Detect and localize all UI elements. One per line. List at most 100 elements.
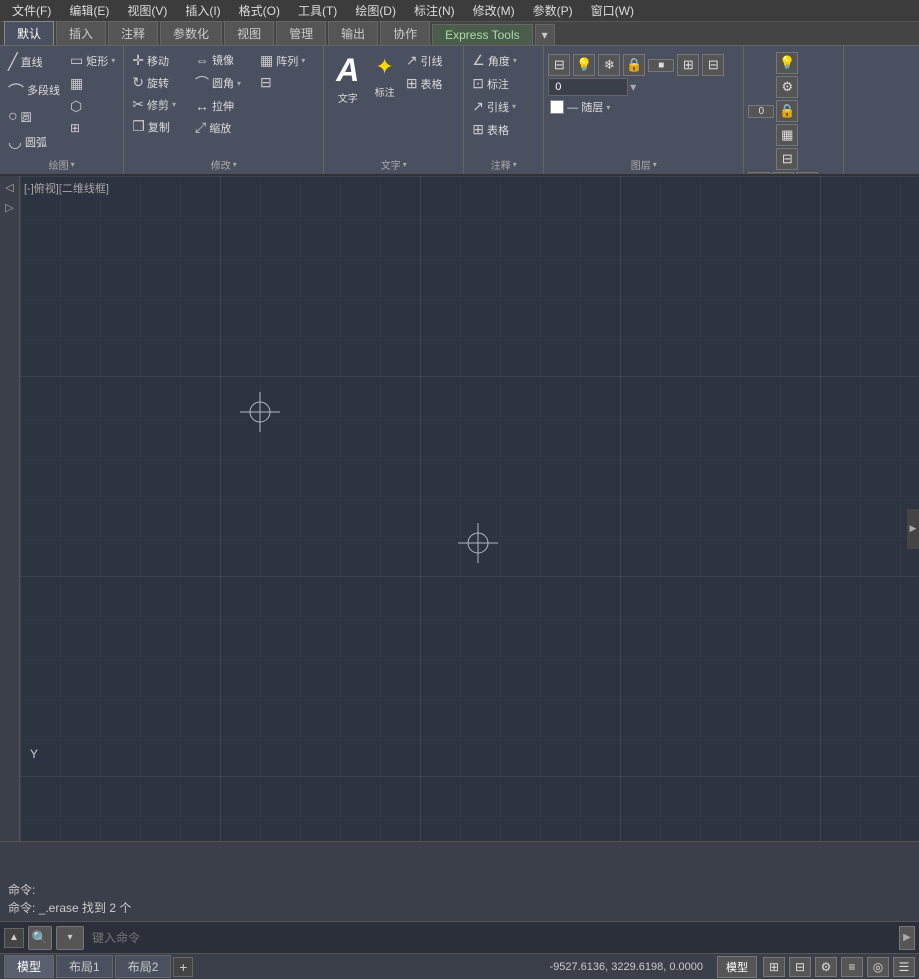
- draw-group-arrow[interactable]: ▾: [71, 160, 75, 169]
- menu-edit[interactable]: 编辑(E): [61, 0, 117, 21]
- btn-modify-line[interactable]: ⊟: [256, 72, 276, 93]
- btn-text[interactable]: A: [328, 50, 367, 90]
- tab-express[interactable]: Express Tools: [432, 24, 532, 45]
- tab-output[interactable]: 输出: [328, 21, 378, 45]
- canvas-area[interactable]: [-]俯视][二维线框]: [20, 176, 919, 841]
- btn-arc[interactable]: ◡ 圆弧: [4, 130, 64, 154]
- layer-dropdown[interactable]: 0: [548, 78, 628, 96]
- btn-prop1[interactable]: 💡: [776, 52, 798, 74]
- tab-parametric[interactable]: 参数化: [160, 21, 222, 45]
- menu-view[interactable]: 视图(V): [119, 0, 175, 21]
- angle-dropdown[interactable]: ▾: [513, 56, 517, 65]
- tab-layout2[interactable]: 布局2: [115, 955, 172, 978]
- btn-prop5[interactable]: ⊟: [776, 148, 798, 170]
- layer-color[interactable]: ■: [648, 59, 674, 72]
- status-icon-grid[interactable]: ⊞: [763, 957, 785, 977]
- btn-copy[interactable]: ❐ 复制: [128, 116, 174, 137]
- command-input[interactable]: [88, 929, 895, 947]
- btn-prop4[interactable]: ▦: [776, 124, 798, 146]
- status-icon-osnap[interactable]: ◎: [867, 957, 889, 977]
- tab-model[interactable]: 模型: [4, 955, 54, 978]
- layer-prop-color[interactable]: — 随层 ▾: [548, 98, 612, 116]
- btn-table[interactable]: ⊞ 表格: [402, 73, 447, 94]
- layer-dropdown-arrow[interactable]: ▾: [630, 80, 636, 94]
- menu-window[interactable]: 窗口(W): [583, 0, 642, 21]
- btn-line[interactable]: ╱ 直线: [4, 50, 64, 74]
- menu-params[interactable]: 参数(P): [525, 0, 581, 21]
- modify-group-label[interactable]: 修改 ▾: [128, 155, 319, 174]
- btn-layer-on[interactable]: 💡: [573, 54, 595, 76]
- sidebar-icon-1[interactable]: ◁: [1, 178, 19, 196]
- btn-rotate[interactable]: ↻ 旋转: [128, 72, 173, 93]
- fillet-dropdown[interactable]: ▾: [237, 79, 241, 88]
- cmd-search-button[interactable]: 🔍: [28, 926, 52, 950]
- leader2-dropdown[interactable]: ▾: [512, 102, 516, 111]
- btn-layer-freeze[interactable]: ❄: [598, 54, 620, 76]
- status-icon-ortho[interactable]: ⚙: [815, 957, 837, 977]
- modify-group-arrow[interactable]: ▾: [233, 160, 237, 169]
- dim-group-arrow[interactable]: ▾: [513, 160, 517, 169]
- cmd-scroll-button[interactable]: ▶: [899, 926, 915, 950]
- btn-hatch[interactable]: ▦: [66, 73, 119, 94]
- btn-mirror[interactable]: ⇔ 镜像: [191, 50, 238, 70]
- tab-view[interactable]: 视图: [224, 21, 274, 45]
- menu-tools[interactable]: 工具(T): [290, 0, 345, 21]
- btn-trim[interactable]: ✂ 修剪 ▾: [128, 94, 180, 115]
- btn-angle[interactable]: ∠ 角度 ▾: [468, 50, 521, 71]
- annotate-group-label[interactable]: 文字 ▾: [328, 155, 459, 174]
- btn-layer-lock[interactable]: 🔒: [623, 54, 645, 76]
- btn-draw-extra[interactable]: ⊞: [66, 119, 119, 137]
- btn-dim-mark[interactable]: ⊡ 标注: [468, 73, 513, 94]
- btn-polygon[interactable]: ⬡: [66, 96, 119, 117]
- menu-annotate[interactable]: 标注(N): [406, 0, 463, 21]
- tab-layout1[interactable]: 布局1: [56, 955, 113, 978]
- status-icon-snap[interactable]: ⊟: [789, 957, 811, 977]
- cmd-expand-button[interactable]: ▲: [4, 928, 24, 948]
- menu-insert[interactable]: 插入(I): [177, 0, 228, 21]
- menu-draw[interactable]: 绘图(D): [347, 0, 404, 21]
- btn-stretch[interactable]: ↔ 拉伸: [191, 96, 238, 116]
- annotate-group-arrow[interactable]: ▾: [403, 160, 407, 169]
- sidebar-icon-2[interactable]: ▷: [1, 198, 19, 216]
- tab-collaborate[interactable]: 协作: [380, 21, 430, 45]
- rectangle-dropdown[interactable]: ▾: [111, 56, 115, 65]
- draw-group-label[interactable]: 绘图 ▾: [4, 155, 119, 174]
- model-button[interactable]: 模型: [717, 956, 757, 978]
- menu-modify[interactable]: 修改(M): [465, 0, 523, 21]
- tab-insert[interactable]: 插入: [56, 21, 106, 45]
- btn-table2[interactable]: ⊞ 表格: [468, 119, 513, 140]
- layers-group-label[interactable]: 图层 ▾: [548, 155, 739, 174]
- btn-array[interactable]: ▦ 阵列 ▾: [256, 50, 309, 71]
- menu-format[interactable]: 格式(O): [231, 0, 288, 21]
- btn-layer-props[interactable]: ⊟: [548, 54, 570, 76]
- tab-annotate[interactable]: 注释: [108, 21, 158, 45]
- btn-leader2[interactable]: ↗ 引线 ▾: [468, 96, 520, 117]
- status-icon-otrack[interactable]: ☰: [893, 957, 915, 977]
- btn-polyline[interactable]: ⌒ 多段线: [4, 76, 64, 104]
- canvas-scroll[interactable]: ▶: [907, 509, 919, 549]
- btn-layer-extra1[interactable]: ⊞: [677, 54, 699, 76]
- btn-circle[interactable]: ○ 圆: [4, 106, 64, 128]
- trim-dropdown[interactable]: ▾: [172, 100, 176, 109]
- dim-group-label[interactable]: 注释 ▾: [468, 155, 539, 174]
- btn-dimension[interactable]: ✦: [371, 50, 397, 84]
- btn-move[interactable]: ✛ 移动: [128, 50, 173, 71]
- status-icon-polar[interactable]: ≡: [841, 957, 863, 977]
- btn-scale[interactable]: ⤢ 缩放: [191, 117, 235, 138]
- tab-default[interactable]: 默认: [4, 21, 54, 45]
- btn-prop3[interactable]: 🔒: [776, 100, 798, 122]
- array-dropdown[interactable]: ▾: [301, 56, 305, 65]
- btn-layer-extra2[interactable]: ⊟: [702, 54, 724, 76]
- add-layout-button[interactable]: +: [173, 957, 193, 977]
- btn-prop2[interactable]: ⚙: [776, 76, 798, 98]
- cmd-dropdown-button[interactable]: ▾: [56, 926, 84, 950]
- btn-leader[interactable]: ↗ 引线: [402, 50, 447, 71]
- btn-rectangle[interactable]: ▭ 矩形 ▾: [66, 50, 119, 71]
- btn-fillet[interactable]: ⌒ 圆角 ▾: [191, 71, 245, 95]
- menu-file[interactable]: 文件(F): [4, 0, 59, 21]
- tab-extra[interactable]: ▾: [535, 24, 555, 45]
- tab-manage[interactable]: 管理: [276, 21, 326, 45]
- ribbon-group-annotate: A 文字 ✦ 标注 ↗ 引线 ⊞ 表格 文字 ▾: [324, 46, 464, 174]
- line-icon: ╱: [8, 52, 18, 72]
- layers-group-arrow[interactable]: ▾: [653, 160, 657, 169]
